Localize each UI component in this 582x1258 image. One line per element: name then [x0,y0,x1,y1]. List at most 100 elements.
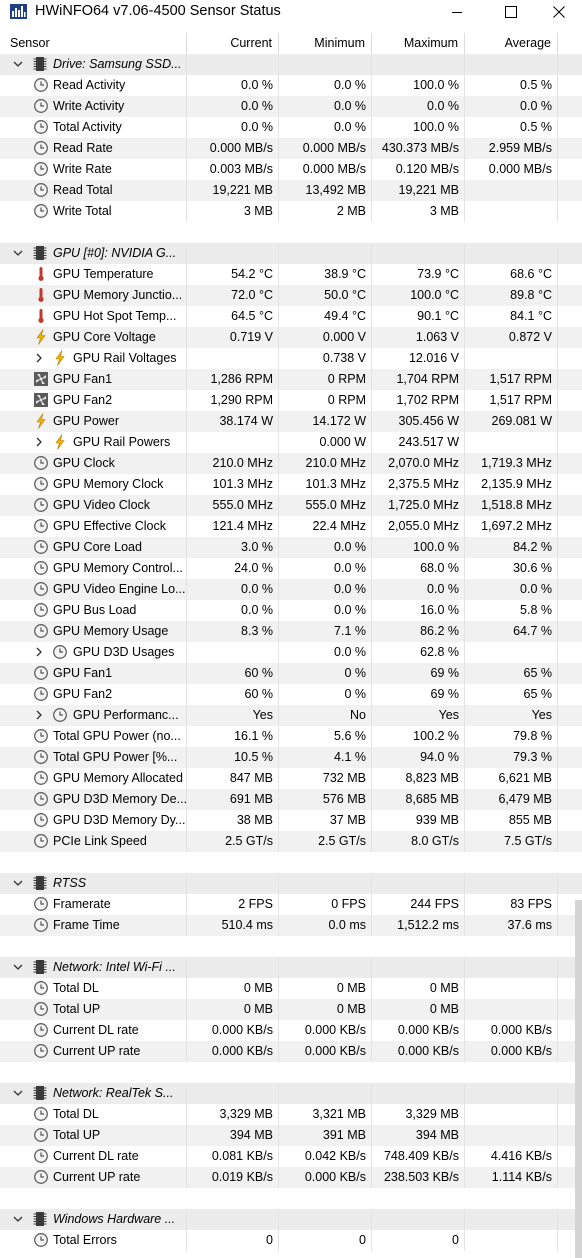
average-value: 37.6 ms [507,918,552,932]
sensor-row[interactable]: Framerate 2 FPS 0 FPS 244 FPS 83 FPS [0,894,582,915]
sensor-row[interactable]: GPU Hot Spot Temp... 64.5 °C 49.4 °C 90.1 °… [0,306,582,327]
sensor-row[interactable]: GPU D3D Memory Dy... 38 MB 37 MB 939 MB 855 … [0,810,582,831]
chevron-right-icon[interactable] [34,353,44,363]
sensor-row[interactable]: GPU Power 38.174 W 14.172 W 305.456 W 269.08… [0,411,582,432]
sensor-name: Write Total [53,204,112,218]
current-value: 0 MB [243,981,273,995]
sensor-row[interactable]: GPU Memory Clock 101.3 MHz 101.3 MHz 2,375.… [0,474,582,495]
sensor-row[interactable]: GPU Core Voltage 0.719 V 0.000 V 1.063 V 0.8… [0,327,582,348]
sensor-row[interactable]: GPU Memory Allocated 847 MB 732 MB 8,823 MB… [0,768,582,789]
sensor-row[interactable]: GPU Memory Usage 8.3 % 7.1 % 86.2 % 64.7 % [0,621,582,642]
sensor-row[interactable]: Read Rate 0.000 MB/s 0.000 MB/s 430.373 MB/… [0,138,582,159]
maximum-value: 62.8 % [420,645,459,659]
sensor-row[interactable]: Total DL 3,329 MB 3,321 MB 3,329 MB [0,1104,582,1125]
current-value: 0.719 V [229,330,273,344]
sensor-row[interactable]: GPU Fan1 1,286 RPM 0 RPM 1,704 RPM 1,517 RPM [0,369,582,390]
sensor-row[interactable]: GPU Memory Junctio... 72.0 °C 50.0 °C 100.0… [0,285,582,306]
sensor-group-row[interactable]: RTSS [0,873,582,894]
sensor-name: Read Total [53,183,113,197]
sensor-row[interactable]: GPU Effective Clock 121.4 MHz 22.4 MHz 2,05… [0,516,582,537]
sensor-row[interactable]: GPU Clock 210.0 MHz 210.0 MHz 2,070.0 MHz 1,… [0,453,582,474]
sensor-row[interactable]: GPU Fan1 60 % 0 % 69 % 65 % [0,663,582,684]
minimum-value: 101.3 MHz [305,477,366,491]
column-header-average[interactable]: Average [465,33,558,54]
chevron-down-icon[interactable] [13,59,23,69]
column-header-current[interactable]: Current [187,33,279,54]
sensor-row[interactable]: GPU Temperature 54.2 °C 38.9 °C 73.9 °C 68.6… [0,264,582,285]
sensor-group-row[interactable]: Drive: Samsung SSD... [0,54,582,75]
maximum-value: 939 MB [415,813,459,827]
average-value: 68.6 °C [510,267,552,281]
scrollbar-thumb[interactable] [575,900,582,1258]
average-value: 0.000 KB/s [490,1044,552,1058]
minimum-value: 13,492 MB [305,183,366,197]
minimum-value: 0.738 V [322,351,366,365]
sensor-row[interactable]: Total GPU Power [%... 10.5 % 4.1 % 94.0 % 79… [0,747,582,768]
sensor-name: GPU Performanc... [73,708,179,722]
sensor-row[interactable]: GPU Video Clock 555.0 MHz 555.0 MHz 1,725.0… [0,495,582,516]
chevron-down-icon[interactable] [13,248,23,258]
sensor-row[interactable]: Write Rate 0.003 MB/s 0.000 MB/s 0.120 MB/s… [0,159,582,180]
sensor-row[interactable]: GPU Performanc... Yes No Yes Yes [0,705,582,726]
sensor-row[interactable]: GPU Fan2 1,290 RPM 0 RPM 1,702 RPM 1,517 RPM [0,390,582,411]
column-header-minimum[interactable]: Minimum [279,33,372,54]
sensor-row[interactable]: Total Activity 0.0 % 0.0 % 100.0 % 0.5 % [0,117,582,138]
sensor-row[interactable]: PCIe Link Speed 2.5 GT/s 2.5 GT/s 8.0 GT/s 7… [0,831,582,852]
sensor-row[interactable]: GPU Rail Powers 0.000 W 243.517 W [0,432,582,453]
column-header-sensor[interactable]: Sensor [0,33,187,54]
sensor-row[interactable]: Write Activity 0.0 % 0.0 % 0.0 % 0.0 % [0,96,582,117]
sensor-row[interactable]: Read Activity 0.0 % 0.0 % 100.0 % 0.5 % [0,75,582,96]
maximum-value: Yes [438,708,459,722]
sensor-row[interactable]: Total GPU Power (no... 16.1 % 5.6 % 100.2 %… [0,726,582,747]
current-value: 19,221 MB [212,183,273,197]
sensor-row[interactable]: Current UP rate 0.019 KB/s 0.000 KB/s 238.5… [0,1167,582,1188]
chevron-down-icon[interactable] [13,878,23,888]
minimum-value: 7.1 % [334,624,366,638]
sensor-row[interactable]: GPU Rail Voltages 0.738 V 12.016 V [0,348,582,369]
sensor-row[interactable]: GPU Core Load 3.0 % 0.0 % 100.0 % 84.2 % [0,537,582,558]
sensor-row[interactable]: Write Total 3 MB 2 MB 3 MB [0,201,582,222]
minimize-icon [452,12,462,13]
sensor-row[interactable]: Total UP 0 MB 0 MB 0 MB [0,999,582,1020]
current-value: 847 MB [229,771,273,785]
minimize-button[interactable] [434,0,480,24]
sensor-group-row[interactable]: Windows Hardware ... [0,1209,582,1230]
sensor-row[interactable]: Current DL rate 0.081 KB/s 0.042 KB/s 748.4… [0,1146,582,1167]
chevron-down-icon[interactable] [13,962,23,972]
sensor-name: GPU Memory Control... [53,561,183,575]
sensor-group-row[interactable]: Network: RealTek S... [0,1083,582,1104]
current-value: 54.2 °C [231,267,273,281]
sensor-row[interactable]: GPU D3D Usages 0.0 % 62.8 % [0,642,582,663]
sensor-name: Write Activity [53,99,125,113]
sensor-group-row[interactable]: GPU [#0]: NVIDIA G... [0,243,582,264]
chevron-right-icon[interactable] [34,437,44,447]
minimum-value: 576 MB [322,792,366,806]
chevron-right-icon[interactable] [34,710,44,720]
sensor-row[interactable]: GPU Video Engine Lo... 0.0 % 0.0 % 0.0 % 0.0… [0,579,582,600]
close-button[interactable] [536,0,582,24]
lightning-bolt-icon [55,350,65,366]
sensor-row[interactable]: Current DL rate 0.000 KB/s 0.000 KB/s 0.000… [0,1020,582,1041]
sensor-row[interactable]: Total DL 0 MB 0 MB 0 MB [0,978,582,999]
sensor-row[interactable]: GPU Memory Control... 24.0 % 0.0 % 68.0 % 30… [0,558,582,579]
chevron-down-icon[interactable] [13,1214,23,1224]
sensor-name: Current UP rate [53,1044,141,1058]
sensor-row[interactable]: GPU Bus Load 0.0 % 0.0 % 16.0 % 5.8 % [0,600,582,621]
sensor-row[interactable]: Frame Time 510.4 ms 0.0 ms 1,512.2 ms 37.6 m… [0,915,582,936]
minimum-value: 0 MB [336,981,366,995]
clock-icon [34,624,48,638]
sensor-row[interactable]: Total UP 394 MB 391 MB 394 MB [0,1125,582,1146]
sensor-row[interactable]: GPU Fan2 60 % 0 % 69 % 65 % [0,684,582,705]
column-header-maximum[interactable]: Maximum [372,33,465,54]
sensor-row[interactable]: Current UP rate 0.000 KB/s 0.000 KB/s 0.000… [0,1041,582,1062]
chevron-right-icon[interactable] [34,647,44,657]
chevron-down-icon[interactable] [13,1088,23,1098]
maximum-value: 1,512.2 ms [397,918,459,932]
sensor-group-row[interactable]: Network: Intel Wi-Fi ... [0,957,582,978]
sensor-row[interactable]: Total Errors 0 0 0 [0,1230,582,1251]
minimum-value: 0.0 % [334,540,366,554]
sensor-row[interactable]: Read Total 19,221 MB 13,492 MB 19,221 MB [0,180,582,201]
maximize-button[interactable] [488,0,534,24]
maximum-value: 0 MB [429,981,459,995]
sensor-row[interactable]: GPU D3D Memory De... 691 MB 576 MB 8,685 MB… [0,789,582,810]
